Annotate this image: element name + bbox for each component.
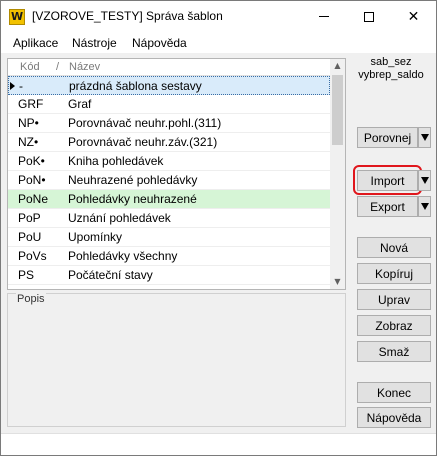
- chevron-down-icon: [420, 203, 429, 210]
- minimize-icon: [318, 16, 329, 17]
- sort-indicator: /: [56, 61, 60, 73]
- view-button[interactable]: Zobraz: [357, 315, 431, 336]
- table-row[interactable]: PoVs Pohledávky všechny: [8, 247, 330, 266]
- window-title: [VZOROVE_TESTY] Správa šablon: [32, 9, 223, 23]
- row-code: NZ•: [18, 135, 39, 149]
- row-code: -: [19, 79, 23, 93]
- row-code: PoP: [18, 211, 41, 225]
- minimize-button[interactable]: [301, 1, 346, 32]
- table-row[interactable]: NZ• Porovnávač neuhr.záv.(321): [8, 133, 330, 152]
- row-name: Porovnávač neuhr.záv.(321): [68, 135, 218, 149]
- maximize-button[interactable]: [346, 1, 391, 32]
- porovnej-dropdown-button[interactable]: [418, 127, 431, 148]
- import-button[interactable]: Import: [357, 170, 418, 191]
- chevron-down-icon: [420, 177, 429, 184]
- table-row[interactable]: PoNe Pohledávky neuhrazené: [8, 190, 330, 209]
- chevron-down-icon: [420, 134, 429, 141]
- description-panel: Popis: [7, 293, 346, 427]
- row-code: PoU: [18, 230, 42, 244]
- description-label: Popis: [16, 293, 46, 305]
- info-line-2: vybrep_saldo: [358, 69, 424, 81]
- copy-button[interactable]: Kopíruj: [357, 263, 431, 284]
- scroll-up-icon[interactable]: ▲: [330, 59, 345, 73]
- close-dialog-button[interactable]: Konec: [357, 382, 431, 403]
- title-bar[interactable]: W [VZOROVE_TESTY] Správa šablon ✕: [1, 1, 436, 32]
- column-header-code[interactable]: Kód: [20, 61, 40, 73]
- template-manager-window: W [VZOROVE_TESTY] Správa šablon ✕ Aplika…: [0, 0, 437, 456]
- info-text: sab_sez vybrep_saldo: [347, 56, 435, 82]
- row-code: PoN•: [18, 173, 46, 187]
- row-name: Neuhrazené pohledávky: [68, 173, 198, 187]
- menu-bar: Aplikace Nástroje Nápověda: [1, 32, 436, 53]
- table-row[interactable]: - prázdná šablona sestavy: [8, 76, 330, 95]
- app-icon-letter: W: [11, 10, 23, 23]
- export-dropdown-button[interactable]: [418, 196, 431, 217]
- app-icon: W: [9, 9, 25, 25]
- table-row[interactable]: PoN• Neuhrazené pohledávky: [8, 171, 330, 190]
- table-row[interactable]: PoU Upomínky: [8, 228, 330, 247]
- scroll-down-icon[interactable]: ▼: [330, 275, 345, 289]
- menu-nastroje[interactable]: Nástroje: [72, 36, 117, 50]
- status-bar: [1, 433, 436, 455]
- row-code: GRF: [18, 97, 44, 111]
- scroll-thumb[interactable]: [332, 75, 343, 145]
- row-code: NP•: [18, 116, 39, 130]
- menu-napoveda[interactable]: Nápověda: [132, 36, 187, 50]
- template-grid[interactable]: Kód / Název - prázdná šablona sestavy GR…: [7, 58, 346, 290]
- new-button[interactable]: Nová: [357, 237, 431, 258]
- porovnej-button[interactable]: Porovnej: [357, 127, 418, 148]
- row-name: Upomínky: [68, 230, 123, 244]
- delete-button[interactable]: Smaž: [357, 341, 431, 362]
- export-button[interactable]: Export: [357, 196, 418, 217]
- table-row[interactable]: GRF Graf: [8, 95, 330, 114]
- help-button[interactable]: Nápověda: [357, 407, 431, 428]
- info-line-1: sab_sez: [370, 56, 412, 68]
- table-row[interactable]: PoP Uznání pohledávek: [8, 209, 330, 228]
- row-name: Uznání pohledávek: [68, 211, 171, 225]
- row-code: PoK•: [18, 154, 45, 168]
- table-row[interactable]: NP• Porovnávač neuhr.pohl.(311): [8, 114, 330, 133]
- vertical-scrollbar[interactable]: ▲ ▼: [330, 59, 345, 289]
- row-name: Kniha pohledávek: [68, 154, 164, 168]
- close-button[interactable]: ✕: [391, 1, 436, 32]
- menu-aplikace[interactable]: Aplikace: [13, 36, 58, 50]
- row-name: prázdná šablona sestavy: [69, 79, 202, 93]
- edit-button[interactable]: Uprav: [357, 289, 431, 310]
- row-name: Počáteční stavy: [68, 268, 153, 282]
- grid-header: Kód / Název: [8, 59, 330, 76]
- maximize-icon: [363, 11, 374, 22]
- import-dropdown-button[interactable]: [418, 170, 431, 191]
- row-code: PS: [18, 268, 35, 282]
- row-name: Pohledávky všechny: [68, 249, 178, 263]
- close-icon: ✕: [407, 8, 420, 25]
- row-name: Porovnávač neuhr.pohl.(311): [68, 116, 222, 130]
- row-name: Pohledávky neuhrazené: [68, 192, 197, 206]
- row-name: Graf: [68, 97, 92, 111]
- row-code: PoNe: [18, 192, 49, 206]
- column-header-name[interactable]: Název: [69, 61, 100, 73]
- table-row[interactable]: PS Počáteční stavy: [8, 266, 330, 285]
- table-row[interactable]: PoK• Kniha pohledávek: [8, 152, 330, 171]
- row-code: PoVs: [18, 249, 47, 263]
- current-row-pointer-icon: [10, 82, 15, 90]
